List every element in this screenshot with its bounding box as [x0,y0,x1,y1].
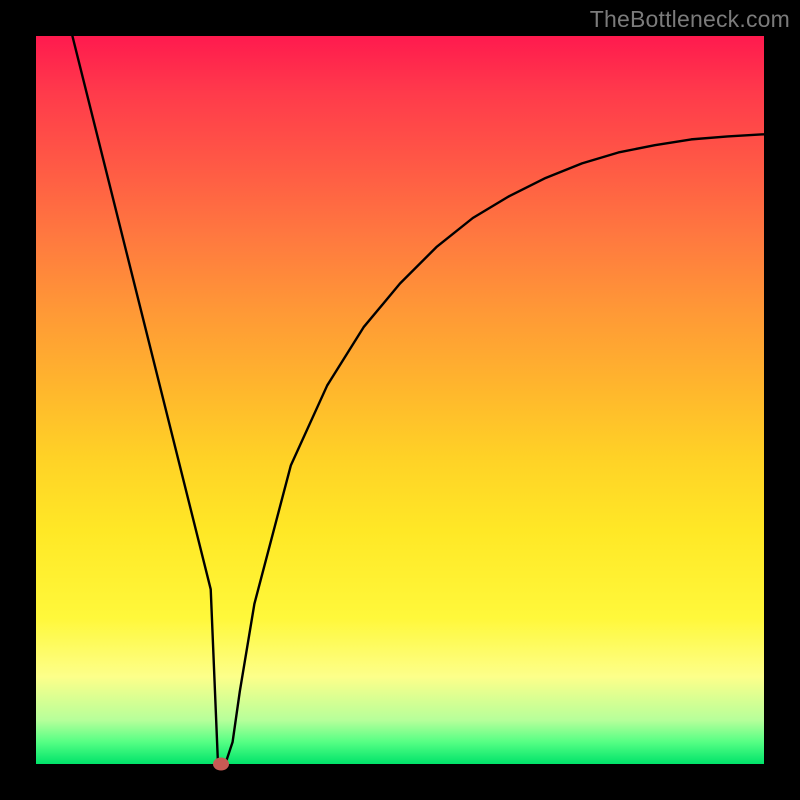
plot-area [36,36,764,764]
bottleneck-curve [36,36,764,764]
chart-stage: TheBottleneck.com [0,0,800,800]
optimal-point-marker [213,758,229,771]
watermark-text: TheBottleneck.com [590,6,790,33]
